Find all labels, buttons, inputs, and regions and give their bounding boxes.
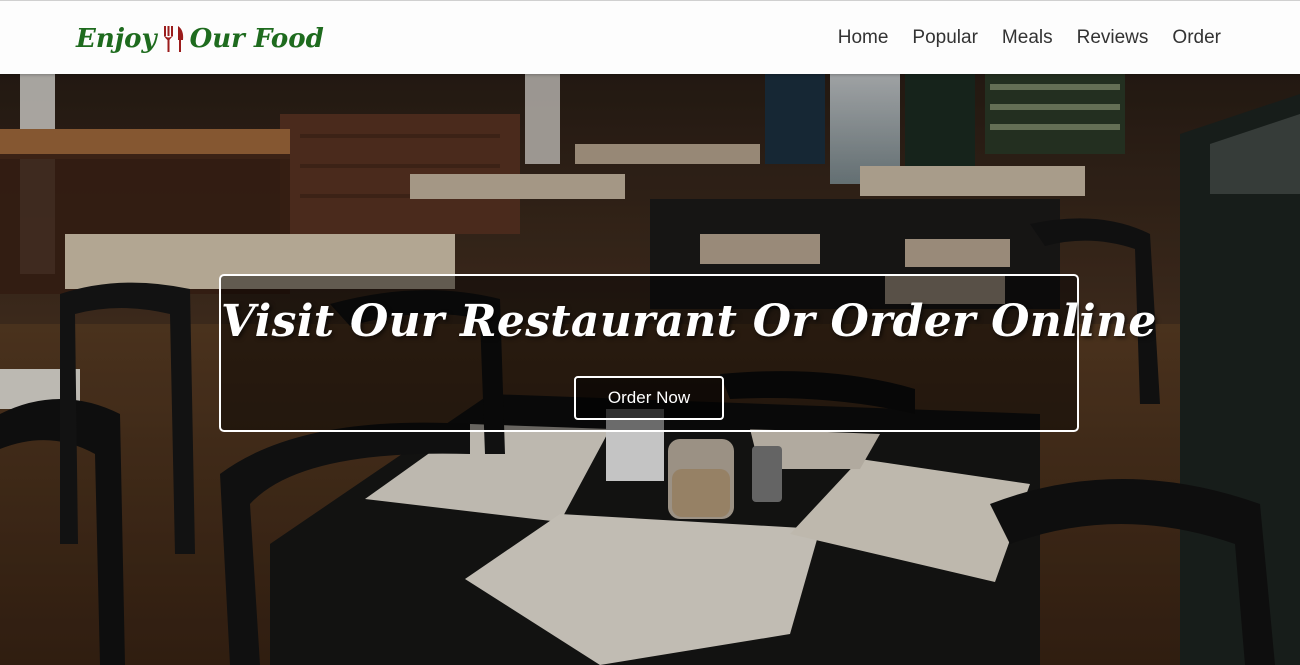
hero-title: Visit Our Restaurant Or Order Online: [221, 296, 1157, 347]
nav-link-popular[interactable]: Popular: [912, 24, 978, 52]
order-now-button[interactable]: Order Now: [574, 376, 724, 420]
nav-link-meals[interactable]: Meals: [1002, 24, 1053, 52]
nav-link-reviews[interactable]: Reviews: [1077, 24, 1149, 52]
nav-menu: Home Popular Meals Reviews Order: [838, 24, 1221, 52]
brand-logo[interactable]: Enjoy Our Food: [76, 21, 324, 57]
nav-link-home[interactable]: Home: [838, 24, 889, 52]
nav-link-order[interactable]: Order: [1172, 24, 1221, 52]
navbar: Enjoy Our Food Home Popular Meals Review…: [0, 0, 1300, 74]
fork-knife-icon: [161, 24, 187, 54]
page: Enjoy Our Food Home Popular Meals Review…: [0, 0, 1300, 665]
hero-section: Visit Our Restaurant Or Order Online Ord…: [0, 74, 1300, 665]
brand-text-left: Enjoy: [76, 24, 157, 54]
brand-text-right: Our Food: [189, 24, 324, 54]
hero-overlay-box: Visit Our Restaurant Or Order Online Ord…: [219, 274, 1157, 432]
